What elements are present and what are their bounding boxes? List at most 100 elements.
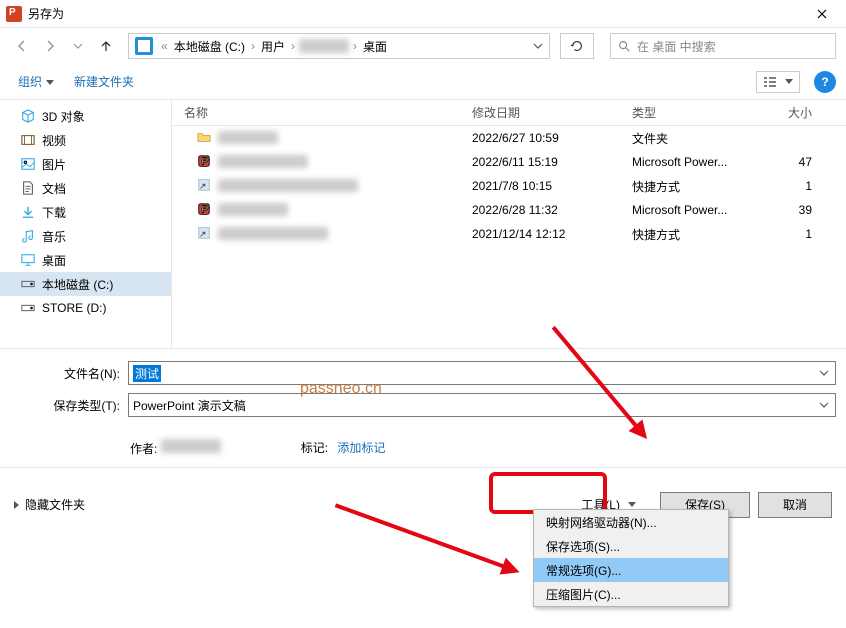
triangle-right-icon <box>14 501 19 509</box>
file-type: Microsoft Power... <box>632 155 772 169</box>
chevron-down-icon <box>46 80 54 85</box>
hide-folders-toggle[interactable]: 隐藏文件夹 <box>14 496 85 513</box>
file-date: 2022/6/28 11:32 <box>472 203 632 217</box>
chevron-down-icon <box>628 502 636 507</box>
tree-item-label: 下载 <box>42 204 66 221</box>
svg-text:P: P <box>201 156 208 168</box>
tree-item-label: 3D 对象 <box>42 108 85 125</box>
cancel-button[interactable]: 取消 <box>758 492 832 518</box>
tree-item[interactable]: 桌面 <box>0 248 171 272</box>
col-type[interactable]: 类型 <box>632 104 772 121</box>
tree-item[interactable]: 下载 <box>0 200 171 224</box>
nav-tree[interactable]: 3D 对象视频图片文档下载音乐桌面本地磁盘 (C:) STORE (D:) <box>0 100 172 348</box>
refresh-button[interactable] <box>560 33 594 59</box>
filename-input[interactable]: 测试 <box>128 361 836 385</box>
file-name-redacted <box>218 203 288 216</box>
search-placeholder: 在 桌面 中搜索 <box>637 38 716 55</box>
col-date[interactable]: 修改日期 <box>472 104 632 121</box>
lnk-icon <box>196 225 212 241</box>
folder-icon <box>196 129 212 145</box>
file-row[interactable]: P 2022/6/11 15:19Microsoft Power...47 <box>172 150 846 174</box>
tree-item-label: 图片 <box>42 156 66 173</box>
file-size: 47 <box>772 155 832 169</box>
file-date: 2021/7/8 10:15 <box>472 179 632 193</box>
breadcrumb-segment[interactable]: 本地磁盘 (C:) <box>172 38 247 55</box>
filetype-label: 保存类型(T): <box>10 397 128 414</box>
organize-button[interactable]: 组织 <box>10 69 62 94</box>
breadcrumb-dropdown-button[interactable] <box>529 35 547 57</box>
help-button[interactable]: ? <box>814 71 836 93</box>
file-date: 2022/6/27 10:59 <box>472 131 632 145</box>
file-size: 1 <box>772 179 832 193</box>
column-headers[interactable]: 名称 修改日期 类型 大小 <box>172 100 846 126</box>
window-title: 另存为 <box>28 5 64 22</box>
tree-item-label: 文档 <box>42 180 66 197</box>
tree-item[interactable]: STORE (D:) <box>0 296 171 320</box>
desktop-icon <box>20 252 36 268</box>
breadcrumb[interactable]: « 本地磁盘 (C:) › 用户 › › 桌面 <box>128 33 550 59</box>
breadcrumb-segment[interactable]: 桌面 <box>361 38 389 55</box>
file-name-redacted <box>218 131 278 144</box>
file-type: Microsoft Power... <box>632 203 772 217</box>
tags-add-link[interactable]: 添加标记 <box>337 441 385 455</box>
new-folder-button[interactable]: 新建文件夹 <box>66 69 142 94</box>
breadcrumb-segment[interactable]: 用户 <box>259 38 287 55</box>
file-type: 快捷方式 <box>632 226 772 243</box>
nav-recent-dropdown[interactable] <box>66 34 90 58</box>
view-mode-button[interactable] <box>756 71 800 93</box>
breadcrumb-segment-redacted <box>299 39 349 53</box>
tree-item[interactable]: 视频 <box>0 128 171 152</box>
chevron-right-icon: › <box>349 39 361 53</box>
tree-item[interactable]: 本地磁盘 (C:) <box>0 272 171 296</box>
file-row[interactable]: P 2022/6/28 11:32Microsoft Power...39 <box>172 198 846 222</box>
pptx-icon: P <box>196 153 212 169</box>
filetype-dropdown-button[interactable] <box>815 396 833 414</box>
tree-item[interactable]: 3D 对象 <box>0 104 171 128</box>
file-type: 文件夹 <box>632 130 772 147</box>
col-size[interactable]: 大小 <box>772 104 832 121</box>
menu-item[interactable]: 常规选项(G)... <box>534 558 728 582</box>
drive-icon <box>135 37 153 55</box>
nav-back-button[interactable] <box>10 34 34 58</box>
tree-item[interactable]: 图片 <box>0 152 171 176</box>
col-name[interactable]: 名称 <box>172 104 472 121</box>
file-row[interactable]: 2021/12/14 12:12快捷方式1 <box>172 222 846 246</box>
nav-forward-button[interactable] <box>38 34 62 58</box>
powerpoint-app-icon <box>6 6 22 22</box>
file-name-redacted <box>218 179 358 192</box>
menu-item[interactable]: 压缩图片(C)... <box>534 582 728 606</box>
nav-up-button[interactable] <box>94 34 118 58</box>
menu-item[interactable]: 映射网络驱动器(N)... <box>534 510 728 534</box>
music-icon <box>20 228 36 244</box>
tree-item-label: STORE (D:) <box>42 301 106 315</box>
file-row[interactable]: 2022/6/27 10:59文件夹 <box>172 126 846 150</box>
file-size: 39 <box>772 203 832 217</box>
file-type: 快捷方式 <box>632 178 772 195</box>
tree-item-label: 桌面 <box>42 252 66 269</box>
cube-icon <box>20 108 36 124</box>
tree-item[interactable]: 文档 <box>0 176 171 200</box>
image-icon <box>20 156 36 172</box>
search-icon <box>617 39 631 53</box>
file-row[interactable]: 2021/7/8 10:15快捷方式1 <box>172 174 846 198</box>
tree-item-label: 视频 <box>42 132 66 149</box>
tree-item[interactable]: 音乐 <box>0 224 171 248</box>
close-button[interactable] <box>802 0 842 28</box>
pptx-icon: P <box>196 201 212 217</box>
filename-history-dropdown[interactable] <box>815 364 833 382</box>
video-icon <box>20 132 36 148</box>
svg-text:P: P <box>201 204 208 216</box>
tree-item-label: 音乐 <box>42 228 66 245</box>
filetype-select[interactable]: PowerPoint 演示文稿 <box>128 393 836 417</box>
chevron-right-icon: › <box>287 39 299 53</box>
file-date: 2021/12/14 12:12 <box>472 227 632 241</box>
chevron-right-icon: › <box>247 39 259 53</box>
file-list[interactable]: 名称 修改日期 类型 大小 2022/6/27 10:59文件夹 P 2022/6/… <box>172 100 846 348</box>
menu-item[interactable]: 保存选项(S)... <box>534 534 728 558</box>
lnk-icon <box>196 177 212 193</box>
search-input[interactable]: 在 桌面 中搜索 <box>610 33 836 59</box>
file-date: 2022/6/11 15:19 <box>472 155 632 169</box>
author-value-redacted <box>161 439 221 453</box>
tools-dropdown-menu[interactable]: 映射网络驱动器(N)...保存选项(S)...常规选项(G)...压缩图片(C)… <box>533 509 729 607</box>
doc-icon <box>20 180 36 196</box>
